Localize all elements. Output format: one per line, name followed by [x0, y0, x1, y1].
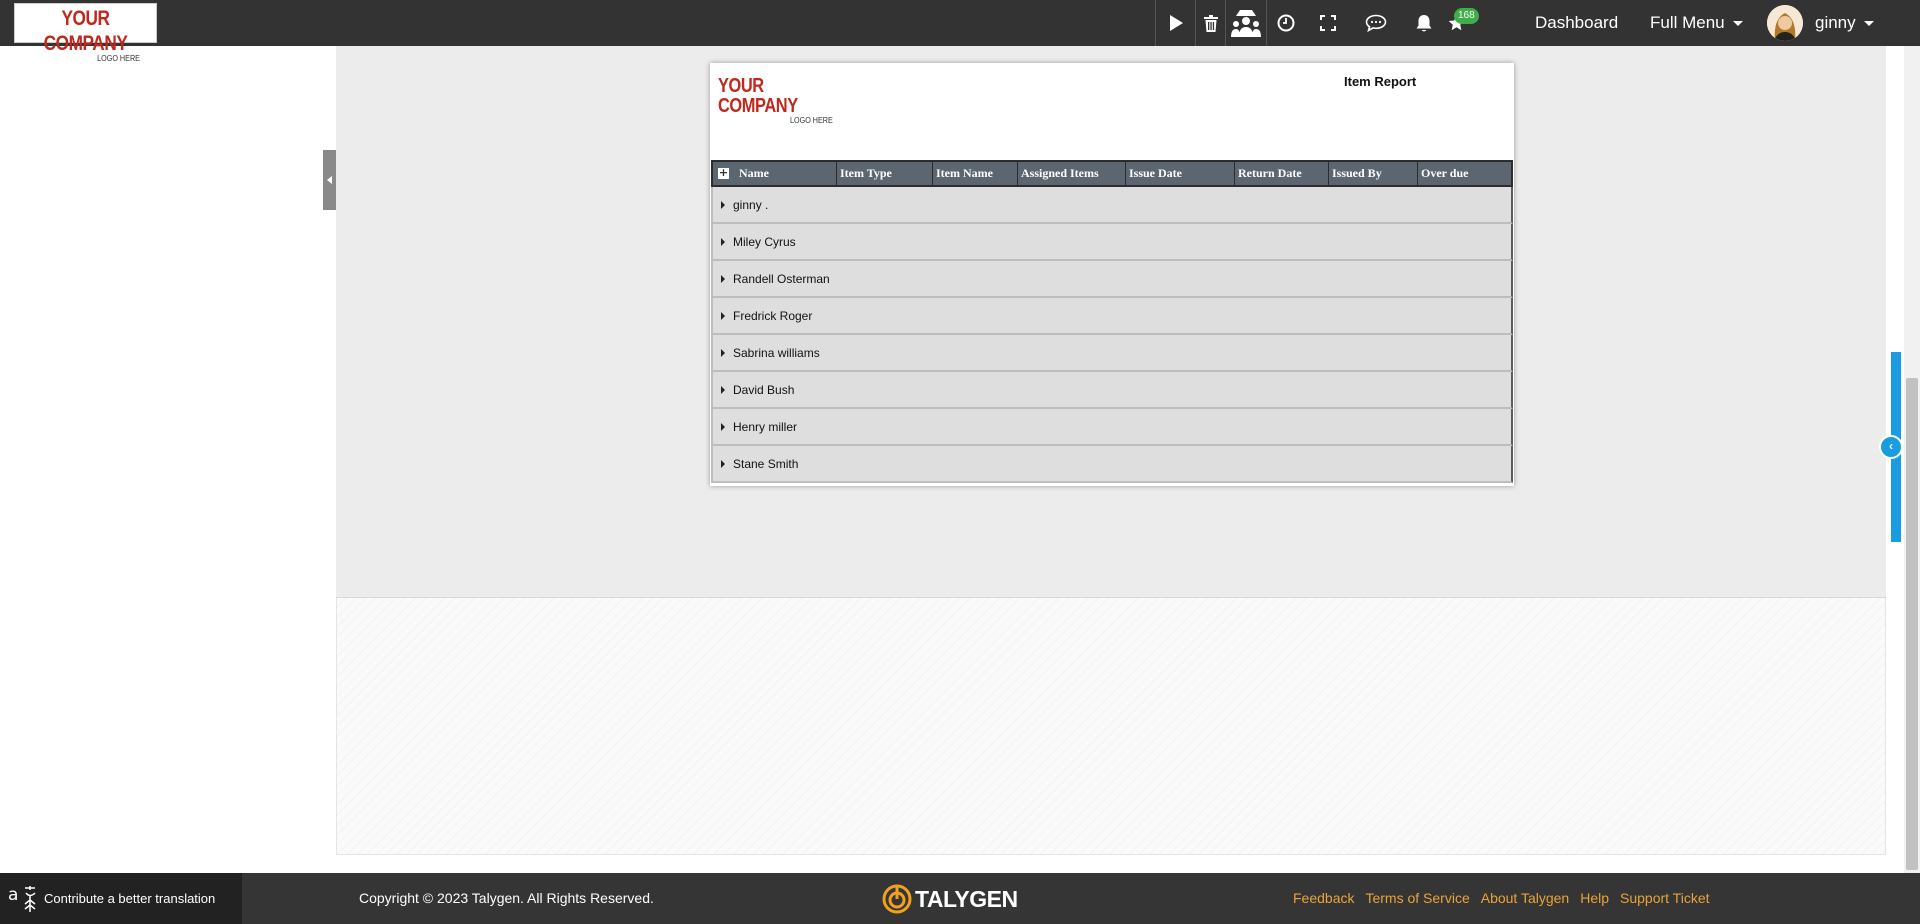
logo-text-main: YOUR COMPANY: [43, 7, 128, 55]
column-header-name[interactable]: + Name: [713, 162, 837, 185]
report-logo-text-main: YOUR COMPANY: [718, 75, 798, 117]
support-ticket-link[interactable]: Support Ticket: [1620, 873, 1710, 924]
report-title: Item Report: [1344, 74, 1417, 89]
play-icon: [1169, 15, 1183, 31]
row-name: Randell Osterman: [733, 271, 830, 286]
dashboard-link[interactable]: Dashboard: [1535, 0, 1618, 46]
column-header-assigned-items[interactable]: Assigned Items: [1018, 162, 1126, 185]
top-navbar: YOUR COMPANY LOGO HERE 168 Dashboard Ful…: [0, 0, 1920, 63]
expand-row-icon[interactable]: [721, 200, 725, 209]
report-grid: + Name Item Type Item Name Assigned Items…: [711, 160, 1513, 483]
column-header-item-type[interactable]: Item Type: [837, 162, 933, 185]
play-button[interactable]: [1155, 0, 1195, 46]
chat-button[interactable]: [1352, 0, 1400, 46]
help-link[interactable]: Help: [1580, 873, 1609, 924]
team-icon: [1231, 10, 1261, 37]
grid-header: + Name Item Type Item Name Assigned Items…: [711, 160, 1513, 187]
full-menu-label: Full Menu: [1650, 13, 1725, 32]
team-button[interactable]: [1225, 0, 1266, 46]
about-talygen-link[interactable]: About Talygen: [1481, 873, 1569, 924]
expand-row-icon[interactable]: [721, 422, 725, 431]
arrow-left-circle-icon[interactable]: ‹: [1879, 435, 1903, 459]
toolbar-icons: [1155, 0, 1468, 46]
talygen-logo-text: TALYGEN: [915, 885, 1018, 912]
delete-button[interactable]: [1195, 0, 1225, 46]
expand-row-icon[interactable]: [721, 274, 725, 283]
trash-icon: [1203, 14, 1218, 32]
sidebar-collapse-toggle[interactable]: [323, 150, 336, 210]
chevron-down-icon: [1732, 21, 1743, 27]
fullscreen-button[interactable]: [1304, 0, 1352, 46]
row-name: Miley Cyrus: [733, 234, 796, 249]
expand-row-icon[interactable]: [721, 311, 725, 320]
feedback-link[interactable]: Feedback: [1293, 873, 1354, 924]
chat-icon: [1365, 14, 1387, 32]
user-avatar-icon: [1767, 5, 1803, 41]
svg-text:a: a: [8, 885, 18, 905]
table-row[interactable]: David Bush: [711, 372, 1513, 409]
notifications-button[interactable]: [1400, 0, 1448, 46]
column-header-issued-by[interactable]: Issued By: [1329, 162, 1418, 185]
table-row[interactable]: ginny .: [711, 187, 1513, 224]
expand-row-icon[interactable]: [721, 459, 725, 468]
bell-icon: [1416, 14, 1432, 31]
table-row[interactable]: Randell Osterman: [711, 261, 1513, 298]
timer-button[interactable]: [1266, 0, 1304, 46]
column-header-over-due[interactable]: Over due: [1418, 162, 1511, 185]
talygen-logo[interactable]: TALYGEN: [882, 884, 1018, 914]
user-name: ginny: [1815, 13, 1856, 32]
row-name: ginny .: [733, 197, 769, 212]
company-logo[interactable]: YOUR COMPANY LOGO HERE: [14, 3, 157, 63]
table-row[interactable]: Henry miller: [711, 409, 1513, 446]
footer: a Contribute a better translation Copyri…: [0, 873, 1920, 924]
item-report: YOUR COMPANY LOGO HERE Item Report + Name…: [710, 63, 1514, 486]
row-name: Stane Smith: [733, 456, 799, 471]
row-name: Sabrina williams: [733, 345, 820, 360]
table-row[interactable]: Fredrick Roger: [711, 298, 1513, 335]
expand-row-icon[interactable]: [721, 348, 725, 357]
footer-links: Feedback Terms of Service About Talygen …: [1293, 873, 1721, 924]
logo-text-sub: LOGO HERE: [97, 54, 140, 63]
content-background: [336, 598, 1886, 855]
column-header-issue-date[interactable]: Issue Date: [1126, 162, 1235, 185]
notification-count-badge: 168: [1454, 8, 1479, 24]
row-name: Fredrick Roger: [733, 308, 813, 323]
row-name: Henry miller: [733, 419, 798, 434]
expand-row-icon[interactable]: [721, 237, 725, 246]
chevron-left-icon: [327, 176, 332, 184]
expand-all-icon[interactable]: +: [718, 167, 729, 179]
contribute-translation-button[interactable]: a Contribute a better translation: [0, 873, 242, 924]
translate-icon: a: [8, 885, 36, 912]
table-row[interactable]: Miley Cyrus: [711, 224, 1513, 261]
row-name: David Bush: [733, 382, 795, 397]
report-logo-text-sub: LOGO HERE: [790, 116, 833, 125]
table-row[interactable]: Stane Smith: [711, 446, 1513, 483]
contribute-translation-label: Contribute a better translation: [44, 891, 216, 906]
table-row[interactable]: Sabrina williams: [711, 335, 1513, 372]
copyright-text: Copyright © 2023 Talygen. All Rights Res…: [359, 890, 654, 906]
scrollbar-thumb[interactable]: [1906, 378, 1918, 870]
chevron-down-icon: [1863, 21, 1874, 27]
terms-of-service-link[interactable]: Terms of Service: [1365, 873, 1469, 924]
expand-row-icon[interactable]: [721, 385, 725, 394]
avatar[interactable]: [1767, 5, 1803, 41]
column-header-return-date[interactable]: Return Date: [1235, 162, 1329, 185]
column-header-item-name[interactable]: Item Name: [933, 162, 1018, 185]
full-menu-dropdown[interactable]: Full Menu: [1650, 0, 1743, 46]
user-menu-dropdown[interactable]: ginny: [1815, 0, 1874, 46]
fullscreen-icon: [1320, 15, 1336, 31]
report-company-logo: YOUR COMPANY LOGO HERE: [718, 76, 848, 125]
talygen-logo-icon: [882, 884, 912, 914]
clock-icon: [1277, 14, 1294, 32]
